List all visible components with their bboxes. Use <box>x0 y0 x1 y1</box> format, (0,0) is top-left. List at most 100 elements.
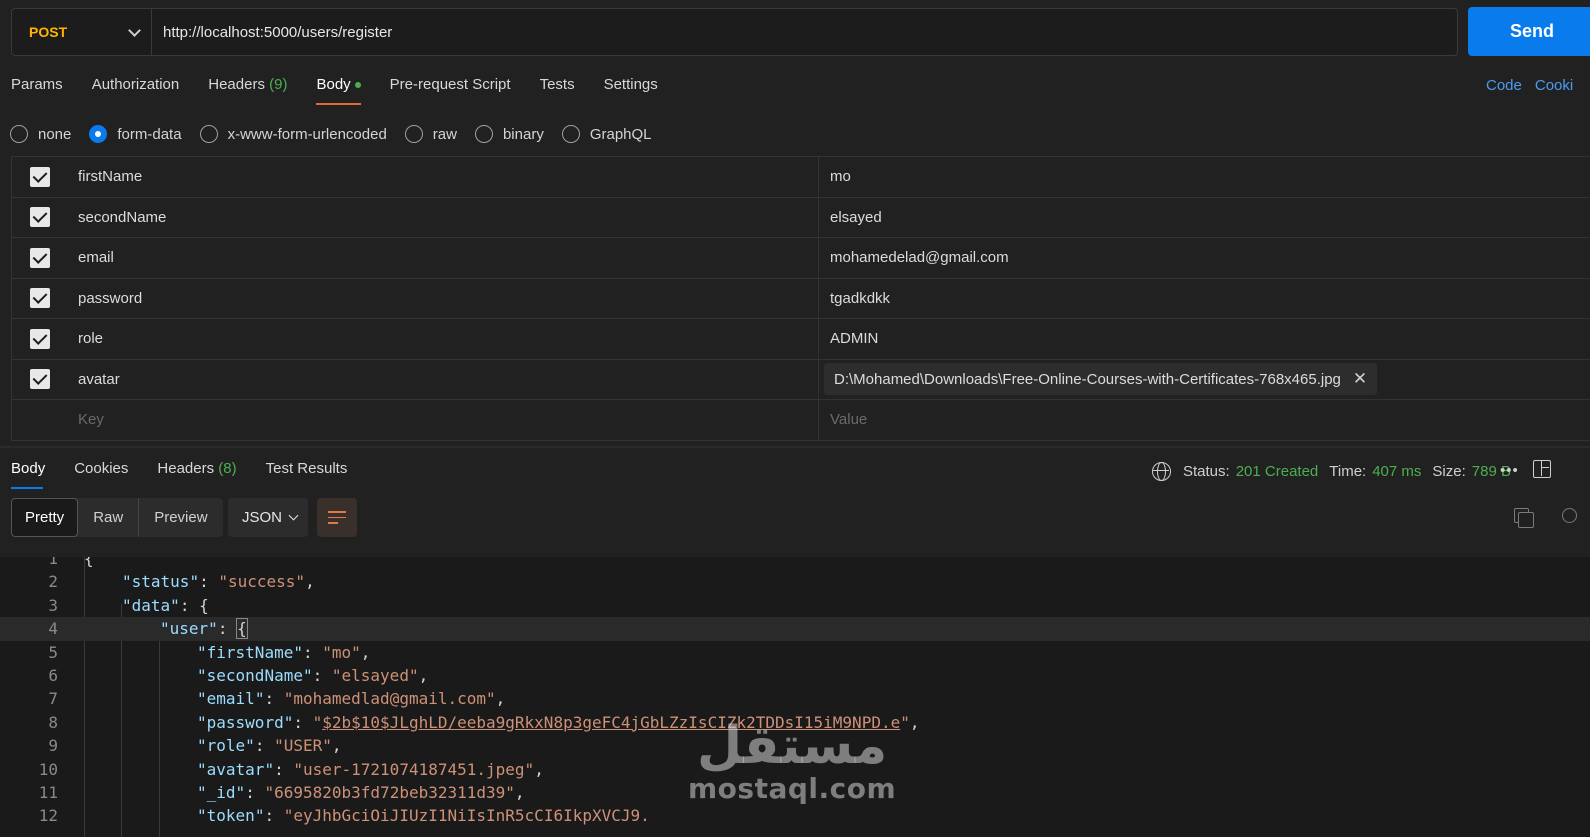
copy-icon[interactable] <box>1514 508 1534 528</box>
resp-tab-body[interactable]: Body <box>11 460 45 489</box>
value-placeholder[interactable]: Value <box>819 400 1590 440</box>
body-type-binary[interactable]: binary <box>474 125 544 143</box>
json-value: mohamedlad@gmail.com <box>293 689 487 709</box>
checkbox[interactable] <box>29 247 50 268</box>
value-cell[interactable]: mo <box>819 157 1590 197</box>
code-text: "token": "eyJhbGciOiJIUzI1NiIsInR5cCI6Ik… <box>197 806 650 826</box>
key-cell[interactable]: avatar <box>67 359 819 399</box>
globe-icon[interactable] <box>1152 462 1171 481</box>
checkbox[interactable] <box>29 166 50 187</box>
radio-icon <box>199 125 218 143</box>
search-icon[interactable] <box>1562 508 1577 523</box>
table-row-empty: Key Value <box>11 400 1590 441</box>
key-cell[interactable]: secondName <box>67 197 819 237</box>
value-cell[interactable]: tgadkdkk <box>819 279 1590 319</box>
body-type-form-data[interactable]: form-data <box>89 125 182 143</box>
close-icon[interactable]: ✕ <box>1353 369 1367 389</box>
code-line: 3 "data": { <box>0 594 1590 617</box>
tab-body[interactable]: Body <box>316 76 361 105</box>
tab-headers[interactable]: Headers (9) <box>208 76 287 105</box>
view-preview-button[interactable]: Preview <box>139 498 222 537</box>
json-key: user <box>169 619 209 639</box>
radio-icon <box>474 125 493 143</box>
json-key: password <box>206 712 284 732</box>
key-cell[interactable]: password <box>67 278 819 318</box>
checkbox[interactable] <box>29 328 50 349</box>
tab-label: Cookies <box>74 460 129 477</box>
value-cell[interactable]: mohamedelad@gmail.com <box>819 238 1590 278</box>
row-checkbox-cell <box>12 319 67 359</box>
line-number: 4 <box>48 619 58 639</box>
key-placeholder[interactable]: Key <box>67 400 819 440</box>
wrap-lines-button[interactable] <box>317 498 357 537</box>
time-value[interactable]: 407 ms <box>1372 463 1421 480</box>
radio-label: x-www-form-urlencoded <box>227 125 387 143</box>
response-body-viewer[interactable]: 1 { 2 "status": "success", 3 "data": { 4… <box>0 557 1590 837</box>
layout-toggle-icon[interactable] <box>1533 460 1551 478</box>
resp-tab-test-results[interactable]: Test Results <box>266 460 348 489</box>
tab-pre-request-script[interactable]: Pre-request Script <box>390 76 511 105</box>
url-input[interactable]: http://localhost:5000/users/register <box>152 24 392 41</box>
body-type-group: none form-data x-www-form-urlencoded raw… <box>10 125 652 143</box>
form-data-table: firstName mo secondName elsayed email mo… <box>11 156 1590 441</box>
method-select[interactable]: POST <box>12 9 152 55</box>
checkbox[interactable] <box>29 369 50 390</box>
code-line: 6 "secondName": "elsayed", <box>0 664 1590 687</box>
punct: { <box>84 557 94 568</box>
value-cell[interactable]: ADMIN <box>819 319 1590 359</box>
body-type-urlencoded[interactable]: x-www-form-urlencoded <box>199 125 387 143</box>
view-pretty-button[interactable]: Pretty <box>11 498 79 537</box>
pane-divider[interactable] <box>0 446 1590 448</box>
key-cell[interactable]: firstName <box>67 157 819 197</box>
json-value-link[interactable]: $2b$10$JLghLD/eeba9gRkxN8p3geFC4jGbLZzIs… <box>322 713 900 732</box>
json-value: elsayed <box>341 665 409 685</box>
line-number: 3 <box>48 595 58 615</box>
format-label: JSON <box>242 509 283 526</box>
tab-tests[interactable]: Tests <box>540 76 575 105</box>
tab-label: Headers <box>157 460 215 477</box>
tab-authorization[interactable]: Authorization <box>92 76 180 105</box>
code-link[interactable]: Code <box>1486 77 1522 94</box>
radio-label: GraphQL <box>589 125 652 143</box>
more-options-icon[interactable]: ••• <box>1500 462 1519 479</box>
format-select[interactable]: JSON <box>228 498 308 537</box>
radio-icon <box>404 125 423 143</box>
line-number: 2 <box>48 572 58 592</box>
code-lines: 1 { 2 "status": "success", 3 "data": { 4… <box>0 557 1590 828</box>
checkbox[interactable] <box>29 288 50 309</box>
code-line: 9 "role": "USER", <box>0 734 1590 757</box>
table-row: password tgadkdkk <box>11 278 1590 319</box>
body-type-none[interactable]: none <box>10 125 71 143</box>
json-key: email <box>206 689 255 709</box>
modified-dot-icon <box>354 82 361 89</box>
status-value[interactable]: 201 Created <box>1236 463 1319 480</box>
body-type-raw[interactable]: raw <box>404 125 457 143</box>
chevron-down-icon <box>128 23 141 37</box>
resp-tab-cookies[interactable]: Cookies <box>74 460 128 489</box>
right-links: Code Cooki <box>1486 77 1573 94</box>
code-line-highlighted: 4 "user": { <box>0 617 1590 641</box>
value-cell[interactable]: elsayed <box>819 198 1590 238</box>
json-value: user-1721074187451.jpeg <box>302 759 525 779</box>
radio-label: binary <box>502 125 544 143</box>
cookies-link[interactable]: Cooki <box>1535 77 1573 94</box>
radio-label: raw <box>432 125 457 143</box>
resp-tab-headers[interactable]: Headers (8) <box>157 460 236 489</box>
tab-settings[interactable]: Settings <box>604 76 658 105</box>
send-button[interactable]: Send <box>1468 7 1590 56</box>
size-label: Size: <box>1432 463 1466 480</box>
file-chip[interactable]: D:\Mohamed\Downloads\Free-Online-Courses… <box>824 363 1378 396</box>
key-cell[interactable]: role <box>67 319 819 359</box>
headers-count: (8) <box>218 460 237 477</box>
code-text: "user": { <box>160 618 248 640</box>
key-cell[interactable]: email <box>67 238 819 278</box>
body-type-graphql[interactable]: GraphQL <box>561 125 652 143</box>
line-number: 8 <box>48 712 58 732</box>
checkbox[interactable] <box>29 207 50 228</box>
tab-params[interactable]: Params <box>11 76 63 105</box>
json-key: _id <box>206 782 236 802</box>
json-value: eyJhbGciOiJIUzI1NiIsInR5cCI6IkpXVCJ9. <box>293 806 650 826</box>
chevron-down-icon <box>288 510 299 521</box>
line-number: 11 <box>38 782 58 802</box>
view-raw-button[interactable]: Raw <box>78 498 140 537</box>
